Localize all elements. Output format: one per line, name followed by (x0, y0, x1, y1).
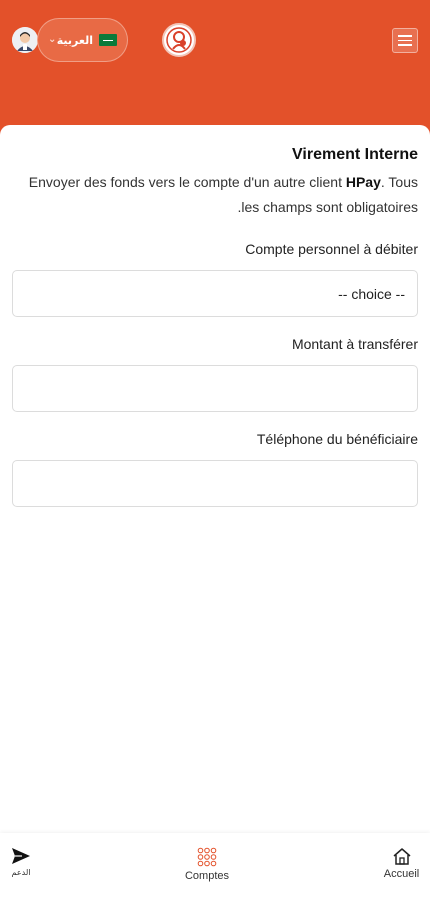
transfer-form-card: Virement Interne Envoyer des fonds vers … (0, 125, 430, 833)
grid-icon (197, 847, 217, 867)
user-avatar-icon (12, 27, 38, 53)
description-text: Envoyer des fonds vers le compte d'un au… (28, 174, 346, 190)
phone-input[interactable] (12, 460, 418, 507)
language-label: العربية (56, 34, 93, 47)
bottom-navigation: الدعم Comptes Accueil (0, 833, 430, 900)
nav-item-label: Accueil (383, 868, 420, 880)
account-select[interactable]: -- choice -- (12, 270, 418, 317)
send-icon (12, 848, 30, 864)
hamburger-menu-icon-line (398, 44, 412, 46)
hamburger-menu-icon-line (398, 35, 412, 37)
page-title: Virement Interne (292, 146, 418, 163)
nav-item-comptes[interactable]: Comptes (177, 847, 237, 882)
brand-logo-graphic (166, 27, 192, 53)
phone-label: Téléphone du bénéficiaire (256, 431, 418, 447)
user-avatar[interactable] (12, 27, 38, 53)
nav-item-support[interactable]: الدعم (6, 847, 36, 877)
brand-name: HPay (345, 174, 381, 190)
amount-label: Montant à transférer (291, 336, 418, 352)
account-label: Compte personnel à débiter (245, 241, 418, 257)
saudi-flag-icon (99, 34, 117, 46)
home-icon (393, 848, 410, 865)
brand-logo-icon[interactable] (162, 23, 196, 57)
nav-item-label: الدعم (11, 868, 31, 877)
hamburger-menu-icon-line (398, 39, 412, 42)
hamburger-menu-button[interactable] (392, 28, 418, 53)
nav-item-accueil[interactable]: Accueil (379, 847, 424, 880)
nav-item-label: Comptes (184, 870, 230, 882)
amount-input[interactable] (12, 365, 418, 412)
form-description: Envoyer des fonds vers le compte d'un au… (18, 170, 418, 220)
language-selector[interactable]: ⌄ العربية (37, 18, 128, 62)
chevron-down-icon: ⌄ (48, 34, 57, 45)
account-selected-value: -- choice -- (338, 285, 405, 302)
